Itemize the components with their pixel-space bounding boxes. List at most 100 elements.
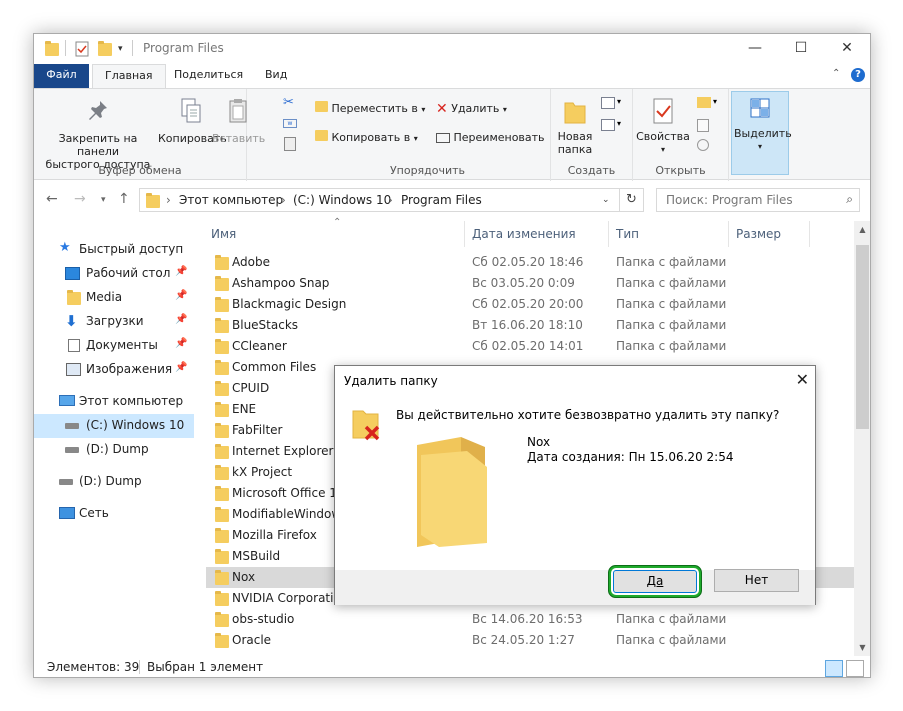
rename-icon (436, 133, 450, 143)
forward-arrow-icon[interactable]: → (74, 191, 86, 207)
collapse-ribbon-icon[interactable]: ⌃ (832, 68, 840, 79)
select-group[interactable]: Выделить ▾ (731, 91, 792, 175)
move-to-button[interactable]: Переместить в ▾ (315, 101, 425, 118)
organize-group: Переместить в ▾ Копировать в ▾ ✕ Удалить… (305, 89, 551, 181)
table-row[interactable]: obs-studio Вс 14.06.20 16:53 Папка с файла… (206, 609, 856, 630)
delete-button[interactable]: ✕ Удалить ▾ (436, 101, 507, 118)
address-bar[interactable]: › Этот компьютер › (C:) Windows 10 › Pro… (139, 188, 620, 212)
ribbon: Закрепить на панели быстрого доступа Коп… (34, 88, 870, 181)
table-row[interactable]: BlueStacks Вт 16.06.20 18:10 Папка с файла… (206, 315, 856, 336)
no-button[interactable]: Нет (714, 569, 799, 592)
tab-view[interactable]: Вид (253, 64, 299, 88)
table-row[interactable]: CCleaner Сб 02.05.20 14:01 Папка с файлами (206, 336, 856, 357)
delete-folder-warning-icon (352, 410, 380, 441)
dialog-folder-name: Nox (527, 435, 551, 449)
up-arrow-icon[interactable]: ↑ (118, 191, 130, 207)
properties-icon[interactable] (75, 41, 89, 60)
search-placeholder: Поиск: Program Files (666, 193, 793, 207)
breadcrumb-this-pc[interactable]: Этот компьютер (179, 193, 283, 207)
maximize-button[interactable]: ☐ (778, 34, 824, 64)
select-grid-icon (750, 98, 770, 118)
table-row[interactable]: Adobe Сб 02.05.20 18:46 Папка с файлами (206, 252, 856, 273)
navigation-pane: ★ Быстрый доступ Рабочий стол 📌 Media 📌 … (34, 226, 200, 656)
selection-count: Выбран 1 элемент (147, 660, 264, 674)
select-button[interactable]: Выделить ▾ (734, 98, 792, 153)
copy-path-icon[interactable]: w (283, 119, 297, 128)
nav-documents[interactable]: Документы 📌 (34, 334, 194, 358)
organize-group-label: Упорядочить (389, 164, 466, 177)
table-row[interactable]: Ashampoo Snap Вс 03.05.20 0:09 Папка с фай… (206, 273, 856, 294)
address-dropdown-icon[interactable]: ⌄ (602, 195, 610, 205)
clipboard-group: Закрепить на панели быстрого доступа Коп… (34, 89, 297, 181)
customize-quick-access-icon[interactable]: ▾ (118, 44, 123, 54)
paste-shortcut-icon[interactable] (284, 137, 296, 151)
nav-media[interactable]: Media 📌 (34, 286, 194, 310)
back-arrow-icon[interactable]: ← (46, 191, 58, 207)
tab-file[interactable]: Файл (34, 64, 89, 88)
breadcrumb-folder[interactable]: Program Files (401, 193, 482, 207)
tab-home[interactable]: Главная (92, 64, 166, 88)
nav-drive-d[interactable]: (D:) Dump (34, 470, 194, 494)
minimize-button[interactable]: — (732, 34, 778, 64)
status-bar: Элементов: 39 Выбран 1 элемент (34, 656, 870, 677)
details-view-button[interactable] (825, 660, 843, 677)
refresh-button[interactable]: ↻ (620, 188, 644, 212)
dialog-close-icon[interactable]: ✕ (796, 370, 809, 389)
nav-quick-access[interactable]: ★ Быстрый доступ (34, 238, 194, 262)
table-row[interactable]: Blackmagic Design Сб 02.05.20 20:00 Папка … (206, 294, 856, 315)
easy-access-icon[interactable] (601, 119, 615, 131)
pin-icon: 📌 (175, 266, 188, 277)
nav-drive-d-sub[interactable]: (D:) Dump (34, 438, 194, 462)
computer-icon (59, 395, 75, 406)
history-icon[interactable] (697, 139, 709, 151)
search-input[interactable]: Поиск: Program Files ⌕ (656, 188, 860, 212)
column-type[interactable]: Тип (616, 227, 639, 241)
search-icon: ⌕ (846, 192, 853, 206)
new-folder-button[interactable]: Новая папка (555, 97, 595, 156)
breadcrumb-drive[interactable]: (C:) Windows 10 (293, 193, 391, 207)
paste-button[interactable]: Вставить (212, 97, 265, 145)
pin-icon: 📌 (175, 362, 188, 373)
cut-icon[interactable]: ✂ (283, 95, 294, 110)
scroll-up-arrow-icon[interactable]: ▲ (854, 221, 870, 238)
properties-button[interactable]: Свойства ▾ (636, 97, 690, 156)
table-row[interactable]: Oracle Вс 24.05.20 1:27 Папка с файлами (206, 630, 856, 651)
nav-drive-c[interactable]: (C:) Windows 10 (34, 414, 194, 438)
nav-downloads[interactable]: ⬇ Загрузки 📌 (34, 310, 194, 334)
close-button[interactable]: ✕ (824, 34, 870, 64)
edit-icon[interactable] (697, 119, 709, 132)
scroll-thumb[interactable] (856, 245, 869, 429)
pin-quick-access-button[interactable]: Закрепить на панели быстрого доступа (39, 99, 157, 171)
rename-button[interactable]: Переименовать (436, 130, 545, 146)
delete-icon: ✕ (436, 101, 448, 117)
nav-pictures[interactable]: Изображения 📌 (34, 358, 194, 382)
sort-ascending-icon: ⌃ (333, 217, 342, 228)
recent-locations-icon[interactable]: ▾ (101, 195, 106, 205)
copy-to-button[interactable]: Копировать в ▾ (315, 130, 418, 147)
pictures-icon (66, 363, 81, 376)
nav-network[interactable]: Сеть (34, 502, 194, 526)
dialog-title-bar: Удалить папку ✕ (335, 366, 815, 395)
download-arrow-icon: ⬇ (65, 312, 78, 330)
column-name[interactable]: Имя (211, 227, 236, 241)
nav-this-pc[interactable]: Этот компьютер (34, 390, 194, 414)
column-date[interactable]: Дата изменения (472, 227, 576, 241)
desktop-icon (65, 267, 80, 280)
column-size[interactable]: Размер (736, 227, 781, 241)
column-headers: ⌃ Имя Дата изменения Тип Размер (206, 217, 856, 247)
yes-button[interactable]: Да (613, 570, 697, 593)
dialog-question: Вы действительно хотите безвозвратно уда… (396, 408, 780, 422)
large-icons-view-button[interactable] (846, 660, 864, 677)
open-icon[interactable] (697, 97, 711, 108)
properties-check-icon (653, 98, 673, 124)
tab-share[interactable]: Поделиться (162, 64, 255, 88)
scroll-down-arrow-icon[interactable]: ▼ (854, 639, 870, 656)
vertical-scrollbar[interactable]: ▲ ▼ (854, 221, 870, 656)
nav-desktop[interactable]: Рабочий стол 📌 (34, 262, 194, 286)
open-group: Свойства ▾ ▾ Открыть (633, 89, 729, 181)
new-item-icon[interactable] (601, 97, 615, 109)
help-icon[interactable]: ? (851, 68, 865, 82)
create-group: Новая папка ▾ ▾ Создать (551, 89, 633, 181)
pin-icon: 📌 (175, 338, 188, 349)
pin-icon: 📌 (175, 290, 188, 301)
